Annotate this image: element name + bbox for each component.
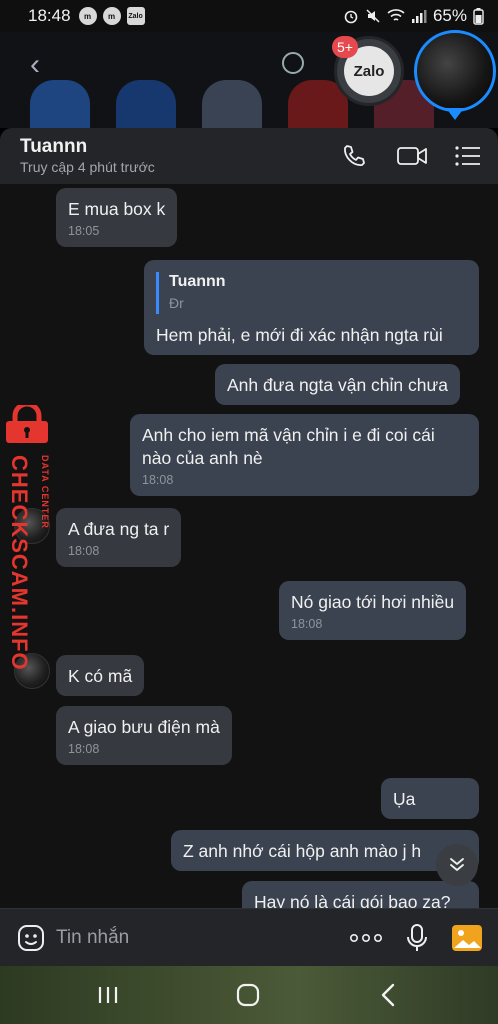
message-input-bar: Tin nhắn: [0, 908, 498, 966]
zalo-notification-icon: Zalo: [126, 7, 145, 25]
message-time: 18:05: [68, 224, 100, 238]
message-text: Anh đưa ngta vận chỉn chưa: [227, 375, 448, 395]
list-menu-icon: [455, 146, 480, 166]
more-options-button[interactable]: [348, 921, 384, 955]
more-dots-icon: [349, 933, 382, 943]
sticker-button[interactable]: [14, 921, 48, 955]
padlock-logo-icon: [6, 405, 48, 443]
mute-icon: [366, 9, 380, 23]
double-chevron-down-icon: [450, 858, 464, 871]
back-icon: [381, 983, 395, 1007]
chat-header: Tuannn Truy cập 4 phút trước: [0, 128, 498, 184]
voice-message-button[interactable]: [404, 921, 430, 955]
message-bubble-in[interactable]: A giao bưu điện mà 18:08: [56, 706, 232, 765]
back-arrow-icon: ‹: [30, 48, 40, 81]
voice-call-button[interactable]: [338, 140, 370, 172]
watermark-subtext: DATA CENTER: [40, 455, 50, 529]
messenger-icon: m: [78, 7, 97, 25]
battery-percent: 65%: [432, 6, 467, 25]
image-gallery-icon: [452, 925, 482, 951]
chat-head-pointer: [446, 108, 464, 120]
message-text: Ụa: [393, 789, 416, 809]
message-bubble-in[interactable]: K có mã: [56, 655, 145, 696]
message-bubble-out[interactable]: Anh đưa ngta vận chỉn chưa: [215, 364, 460, 405]
watermark-text: CHECKSCAM.INFO: [7, 455, 32, 671]
home-button[interactable]: [228, 980, 268, 1010]
message-bubble-out-with-quote[interactable]: Tuannn Đr Hem phải, e mới đi xác nhận ng…: [144, 260, 479, 355]
message-text: A đưa ng ta r: [68, 519, 170, 539]
message-bubble-out[interactable]: Nó giao tới hơi nhiều 18:08: [279, 581, 467, 640]
message-bubble-out[interactable]: Z anh nhớ cái hộp anh mào j h: [171, 830, 479, 871]
scroll-to-bottom-button[interactable]: [436, 844, 478, 886]
signal-icon: [411, 10, 427, 23]
message-time: 18:08: [142, 473, 174, 487]
watermark: CHECKSCAM.INFO DATA CENTER: [0, 405, 56, 671]
quoted-sender: Tuannn: [169, 273, 226, 290]
message-time: 18:08: [68, 742, 100, 756]
send-image-button[interactable]: [450, 921, 484, 955]
unread-badge: 5+: [332, 36, 358, 58]
message-bubble-out[interactable]: Ụa: [381, 778, 479, 819]
message-text: Z anh nhớ cái hộp anh mào j h: [183, 841, 422, 861]
message-bubble-in[interactable]: A đưa ng ta r 18:08: [56, 508, 182, 567]
recent-apps-icon: [98, 987, 118, 1003]
alarm-icon: [344, 10, 358, 24]
message-time: 18:08: [291, 617, 323, 631]
refresh-icon: [282, 52, 304, 74]
wifi-icon: [387, 9, 405, 21]
quoted-message[interactable]: Tuannn Đr: [156, 272, 467, 314]
back-button[interactable]: [368, 980, 408, 1010]
message-text: A giao bưu điện mà: [68, 717, 220, 737]
status-bar: 18:48 m m Zalo 65%: [0, 0, 498, 32]
facebook-app-icon: [116, 80, 176, 128]
message-text: Hay nó là cái gói bao za?: [254, 892, 451, 908]
message-text: Hem phải, e mới đi xác nhận ngta rùi: [156, 325, 443, 345]
contact-app-icon: [30, 80, 90, 128]
phone-icon: [344, 145, 365, 166]
chat-menu-button[interactable]: [452, 140, 484, 172]
message-bubble-in[interactable]: E mua box k 18:05: [56, 188, 178, 247]
sticker-icon: [18, 925, 44, 951]
message-input[interactable]: Tin nhắn: [56, 927, 129, 949]
system-navigation-bar: [0, 966, 498, 1024]
message-text: K có mã: [68, 666, 133, 686]
message-list[interactable]: E mua box k 18:05 Tuannn Đr Hem phải, e …: [0, 184, 498, 908]
recent-apps-button[interactable]: [88, 980, 128, 1010]
last-seen-status: Truy cập 4 phút trước: [20, 159, 155, 175]
contact-chat-head-avatar[interactable]: [414, 30, 496, 112]
status-time: 18:48: [28, 6, 71, 25]
battery-icon: [473, 8, 484, 25]
message-time: 18:08: [68, 544, 100, 558]
message-bubble-out[interactable]: Hay nó là cái gói bao za?: [242, 881, 479, 908]
message-bubble-out[interactable]: Anh cho iem mã vận chỉn i e đi coi cái n…: [130, 414, 479, 496]
translate-app-icon: [202, 80, 262, 128]
message-text: Nó giao tới hơi nhiều: [291, 592, 455, 612]
video-call-button[interactable]: [394, 140, 430, 172]
microphone-icon: [407, 924, 427, 951]
message-text: Anh cho iem mã vận chỉn i e đi coi cái n…: [142, 425, 435, 468]
message-text: E mua box k: [68, 199, 166, 219]
contact-name[interactable]: Tuannn: [20, 136, 87, 158]
video-camera-icon: [397, 147, 427, 165]
messenger-icon: m: [102, 7, 121, 25]
quoted-text: Đr: [169, 295, 184, 311]
home-icon: [236, 983, 260, 1007]
